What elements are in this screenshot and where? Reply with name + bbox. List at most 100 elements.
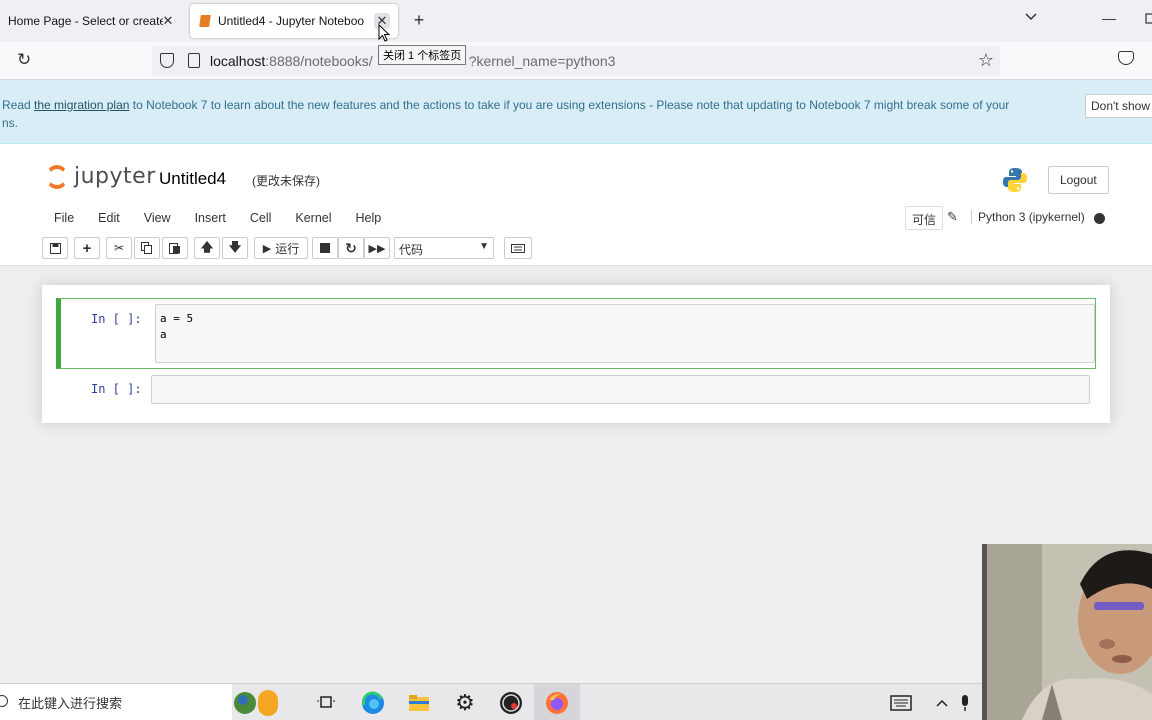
chevron-down-icon: ▼ <box>479 241 489 252</box>
edge-browser-icon[interactable] <box>360 690 386 716</box>
menu-bar: File Edit View Insert Cell Kernel Help 可… <box>42 204 1110 232</box>
firefox-icon[interactable] <box>544 690 570 716</box>
kernel-status-icon <box>1094 213 1105 224</box>
save-status: (更改未保存) <box>252 174 320 188</box>
menu-help[interactable]: Help <box>344 211 394 225</box>
browser-tab-strip: Home Page - Select or create ✕ Untitled4… <box>0 0 1152 42</box>
scissors-icon: ✂ <box>113 241 125 255</box>
settings-gear-icon[interactable]: ⚙ <box>452 690 478 716</box>
paste-button[interactable] <box>162 237 188 259</box>
bookmark-star-icon[interactable]: ☆ <box>978 50 994 71</box>
task-view-icon[interactable] <box>313 690 339 716</box>
banner-body-line2: ns. <box>2 116 19 130</box>
reload-icon[interactable]: ↻ <box>17 50 31 70</box>
shield-icon[interactable] <box>160 53 174 68</box>
code-editor[interactable]: a = 5 a <box>155 304 1095 363</box>
code-line: a <box>160 328 167 341</box>
tab-title: Untitled4 - Jupyter Noteboo <box>218 14 365 28</box>
keyboard-icon <box>511 243 525 253</box>
tab-list-chevron-down-icon[interactable] <box>1024 10 1038 27</box>
arrow-up-icon: 🡅 <box>200 239 214 254</box>
windows-taskbar: 在此键入进行搜索 ⚙ <box>0 683 1152 720</box>
banner-body: to Notebook 7 to learn about the new fea… <box>129 98 1010 112</box>
menu-insert[interactable]: Insert <box>183 211 238 225</box>
move-down-button[interactable]: 🡇 <box>222 237 248 259</box>
restart-run-all-button[interactable]: ▶▶ <box>364 237 390 259</box>
migration-banner: Read the migration plan to Notebook 7 to… <box>0 80 1152 144</box>
code-line: a = 5 <box>160 312 194 325</box>
interrupt-button[interactable] <box>312 237 338 259</box>
code-editor[interactable] <box>151 375 1090 404</box>
paste-icon <box>169 243 180 254</box>
menu-view[interactable]: View <box>132 211 183 225</box>
banner-prefix: Read <box>2 98 35 112</box>
close-tab-tooltip: 关闭 1 个标签页 <box>378 45 467 65</box>
obs-studio-icon[interactable] <box>498 690 524 716</box>
save-icon <box>49 242 61 254</box>
menu-kernel[interactable]: Kernel <box>283 211 343 225</box>
tab-home-page[interactable]: Home Page - Select or create ✕ <box>0 4 186 38</box>
cell-prompt: In [ ]: <box>91 312 142 326</box>
copy-icon <box>141 242 152 254</box>
search-icon <box>0 695 8 707</box>
microphone-icon[interactable] <box>952 690 978 716</box>
jupyter-ring-icon <box>46 164 68 189</box>
tab-untitled4[interactable]: Untitled4 - Jupyter Noteboo ✕ <box>190 4 398 38</box>
stop-icon <box>320 243 330 253</box>
edit-pencil-icon[interactable]: ✎ <box>947 209 958 225</box>
tab-title: Home Page - Select or create <box>8 14 163 28</box>
jupyter-header: jupyter Untitled4 (更改未保存) Logout File Ed… <box>0 144 1152 266</box>
dont-show-again-button[interactable]: Don't show a <box>1085 94 1152 118</box>
news-widget-icon[interactable] <box>234 690 278 716</box>
kernel-name[interactable]: Python 3 (ipykernel) <box>971 210 1085 224</box>
keyboard-layout-icon[interactable] <box>888 690 914 716</box>
pocket-icon[interactable] <box>1118 51 1134 65</box>
restore-icon[interactable] <box>1144 12 1152 28</box>
presenter-video-image <box>982 544 1152 720</box>
command-palette-button[interactable] <box>504 237 532 259</box>
save-button[interactable] <box>42 237 68 259</box>
python-logo-icon <box>1001 166 1029 194</box>
menu-edit[interactable]: Edit <box>86 211 132 225</box>
code-cell-selected[interactable]: In [ ]: a = 5 a <box>56 298 1096 369</box>
play-icon: ▶ <box>262 242 272 255</box>
fast-forward-icon: ▶▶ <box>368 242 386 255</box>
menu-file[interactable]: File <box>42 211 86 225</box>
copy-button[interactable] <box>134 237 160 259</box>
menu-cell[interactable]: Cell <box>238 211 284 225</box>
notebook-favicon-icon <box>199 15 211 27</box>
cut-button[interactable]: ✂ <box>106 237 132 259</box>
run-button[interactable]: ▶ 运行 <box>254 237 308 259</box>
logout-button[interactable]: Logout <box>1048 166 1109 194</box>
restart-icon: ↻ <box>345 239 357 256</box>
url-path: :8888/notebooks/ <box>265 53 373 69</box>
insert-cell-button[interactable]: + <box>74 237 100 259</box>
webcam-overlay <box>982 544 1152 720</box>
cell-type-select[interactable]: 代码 ▼ <box>394 237 494 259</box>
address-bar[interactable]: localhost:8888/notebooks/?kernel_name=py… <box>152 46 1000 76</box>
move-up-button[interactable]: 🡅 <box>194 237 220 259</box>
close-icon[interactable]: ✕ <box>160 13 176 29</box>
run-label: 运行 <box>275 241 300 256</box>
page-info-icon[interactable] <box>188 53 200 68</box>
notebook-container: In [ ]: a = 5 a In [ ]: <box>42 285 1110 423</box>
logo-text: jupyter <box>74 164 156 189</box>
migration-plan-link[interactable]: the migration plan <box>34 98 129 112</box>
notebook-name[interactable]: Untitled4 <box>159 169 226 189</box>
cell-prompt: In [ ]: <box>91 382 142 396</box>
code-cell[interactable]: In [ ]: <box>56 374 1096 406</box>
mouse-cursor-icon <box>378 23 391 45</box>
search-placeholder: 在此键入进行搜索 <box>18 696 123 711</box>
new-tab-plus-icon[interactable]: + <box>409 10 429 31</box>
banner-message: Read the migration plan to Notebook 7 to… <box>2 96 1062 132</box>
restart-kernel-button[interactable]: ↻ <box>338 237 364 259</box>
file-explorer-icon[interactable] <box>406 690 432 716</box>
minimize-icon[interactable]: — <box>1102 10 1116 26</box>
browser-nav-bar: ↻ localhost:8888/notebooks/?kernel_name=… <box>0 42 1152 80</box>
arrow-down-icon: 🡇 <box>228 239 242 254</box>
taskbar-search-box[interactable]: 在此键入进行搜索 <box>0 684 232 720</box>
jupyter-logo[interactable]: jupyter <box>46 164 156 189</box>
trusted-indicator[interactable]: 可信 <box>905 206 944 230</box>
url-host: localhost <box>210 53 266 69</box>
cell-type-value: 代码 <box>399 243 424 257</box>
